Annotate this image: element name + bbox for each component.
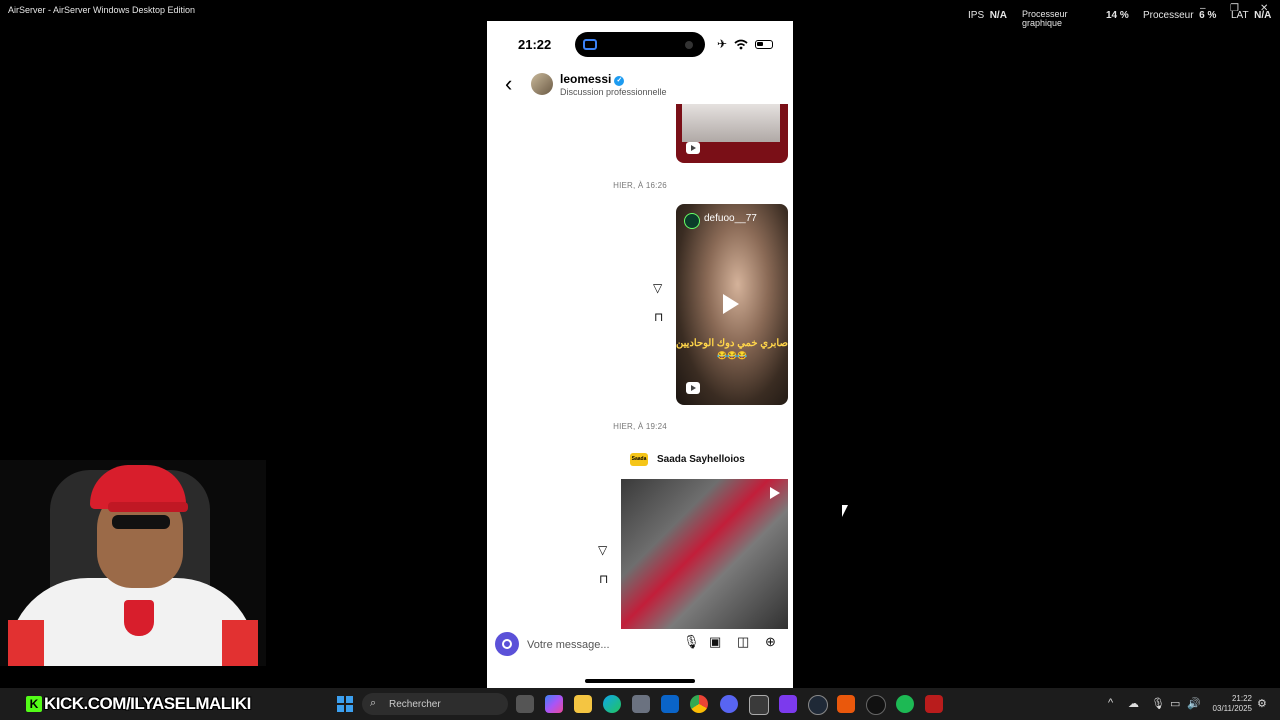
shared-post[interactable]: Saada Saada Sayhelloios: [621, 441, 788, 629]
save-bookmark-icon[interactable]: ⊓: [654, 310, 663, 324]
chat-subtitle: Discussion professionnelle: [560, 87, 667, 97]
copilot-icon[interactable]: [545, 695, 563, 713]
network-icon[interactable]: ▭: [1170, 697, 1180, 710]
share-icon[interactable]: ▽: [598, 543, 607, 557]
settings-gear-icon[interactable]: ⚙: [1257, 697, 1267, 710]
share-icon[interactable]: ▽: [653, 281, 662, 295]
image-icon[interactable]: ▣: [709, 634, 721, 650]
reel-icon: [686, 142, 700, 154]
clock[interactable]: 21:22 03/11/2025: [1198, 694, 1252, 714]
mic-icon[interactable]: 🎙: [683, 634, 700, 650]
search-label: Rechercher: [389, 699, 441, 710]
camera-dot-icon: [685, 41, 693, 49]
mic-tray-icon[interactable]: 🎙: [1151, 697, 1165, 710]
webcam-sleeve: [222, 620, 258, 666]
app-window-icon[interactable]: [749, 695, 769, 715]
camera-button[interactable]: [495, 632, 519, 656]
close-button[interactable]: ✕: [1260, 3, 1268, 14]
outlook-icon[interactable]: [661, 695, 679, 713]
chat-username[interactable]: leomessi ✓: [560, 72, 625, 86]
reel-caption-emojis: 😂😂😂: [717, 351, 747, 360]
reel-icon: [686, 382, 700, 394]
kick-url: KICK.COM/ILYASELMALIKI: [44, 693, 251, 713]
status-time: 21:22: [518, 37, 552, 52]
save-bookmark-icon[interactable]: ⊓: [599, 572, 608, 586]
chat-header: ‹ leomessi ✓ Discussion professionnelle: [487, 66, 793, 104]
message-list[interactable]: HIER, À 16:26 ▽ ⊓ defuoo__77 صابري خمي د…: [487, 104, 793, 629]
shared-reel[interactable]: defuoo__77 صابري خمي دوك الوحاديين 😂😂😂: [676, 204, 788, 405]
webcam-cap-brim: [108, 502, 188, 512]
perf-ips: IPS N/A: [968, 10, 1007, 21]
minimize-button[interactable]: –: [1200, 3, 1206, 14]
cloud-icon[interactable]: ☁: [1128, 697, 1139, 710]
perf-gpu-value: 14 %: [1106, 10, 1129, 21]
steam-icon[interactable]: [808, 695, 828, 715]
airplane-icon: ✈: [717, 37, 728, 51]
task-view-icon[interactable]: [516, 695, 534, 713]
search-icon: ⌕: [370, 697, 377, 709]
timestamp: HIER, À 19:24: [613, 422, 667, 431]
chrome-icon[interactable]: [690, 695, 708, 713]
mouse-cursor: [842, 505, 848, 517]
clock-time: 21:22: [1231, 694, 1252, 703]
post-header[interactable]: Saada Saada Sayhelloios: [621, 441, 788, 479]
reel-thumbnail: [682, 104, 780, 142]
start-button[interactable]: [337, 696, 353, 712]
tray-chevron-up-icon[interactable]: ^: [1108, 697, 1113, 709]
reel-author: defuoo__77: [704, 213, 757, 224]
webcam-crest: [124, 600, 154, 636]
webcam-sunglasses: [112, 515, 170, 529]
phone-mirror: 21:22 ✈ ‹ leomessi ✓ Discussion professio…: [487, 21, 793, 688]
play-icon[interactable]: [723, 294, 739, 314]
back-chevron-icon[interactable]: ‹: [505, 73, 512, 95]
play-icon: [770, 487, 780, 499]
perf-gpu-label: Processeur graphique: [1022, 9, 1068, 28]
reel-author-avatar: [684, 213, 700, 229]
post-author-avatar: Saada: [630, 453, 648, 466]
post-media[interactable]: [621, 479, 788, 629]
home-indicator: [585, 679, 695, 683]
taskbar-search[interactable]: ⌕ Rechercher: [362, 693, 508, 715]
app-icon[interactable]: [866, 695, 886, 715]
discord-icon[interactable]: [720, 695, 738, 713]
reel-caption: صابري خمي دوك الوحاديين: [676, 338, 788, 349]
clock-date: 03/11/2025: [1212, 704, 1252, 713]
webcam-overlay: [0, 460, 266, 666]
plus-icon[interactable]: ⊕: [765, 634, 776, 650]
battery-icon: [755, 39, 774, 49]
game-app-icon[interactable]: [779, 695, 797, 713]
sticker-icon[interactable]: ◫: [737, 634, 749, 650]
window-title: AirServer - AirServer Windows Desktop Ed…: [8, 5, 196, 15]
verified-badge-icon: ✓: [614, 76, 625, 86]
post-author: Saada Sayhelloios: [657, 454, 745, 465]
windows-taskbar: K KICK.COM/ILYASELMALIKI ⌕ Rechercher ^ …: [0, 688, 1280, 720]
message-composer: 🎙 ▣ ◫ ⊕: [493, 630, 781, 658]
titlebar: AirServer - AirServer Windows Desktop Ed…: [0, 0, 1280, 28]
screen-mirror-icon: [583, 39, 597, 50]
edge-icon[interactable]: [603, 695, 621, 713]
store-icon[interactable]: [632, 695, 650, 713]
webcam-sleeve: [8, 620, 44, 666]
dynamic-island: [575, 32, 705, 57]
kick-logo-icon: K: [26, 695, 42, 712]
timestamp: HIER, À 16:26: [613, 181, 667, 190]
app-icon[interactable]: [837, 695, 855, 713]
message-input[interactable]: [525, 635, 679, 655]
spotify-icon[interactable]: [896, 695, 914, 713]
file-explorer-icon[interactable]: [574, 695, 592, 713]
wifi-icon: [734, 39, 748, 49]
shared-reel-previous[interactable]: [676, 104, 788, 163]
maximize-button[interactable]: ❐: [1230, 3, 1239, 14]
stream-app-icon[interactable]: [925, 695, 943, 713]
status-icons: ✈: [717, 37, 774, 51]
avatar[interactable]: [531, 73, 553, 95]
kick-overlay: K KICK.COM/ILYASELMALIKI: [4, 693, 251, 714]
